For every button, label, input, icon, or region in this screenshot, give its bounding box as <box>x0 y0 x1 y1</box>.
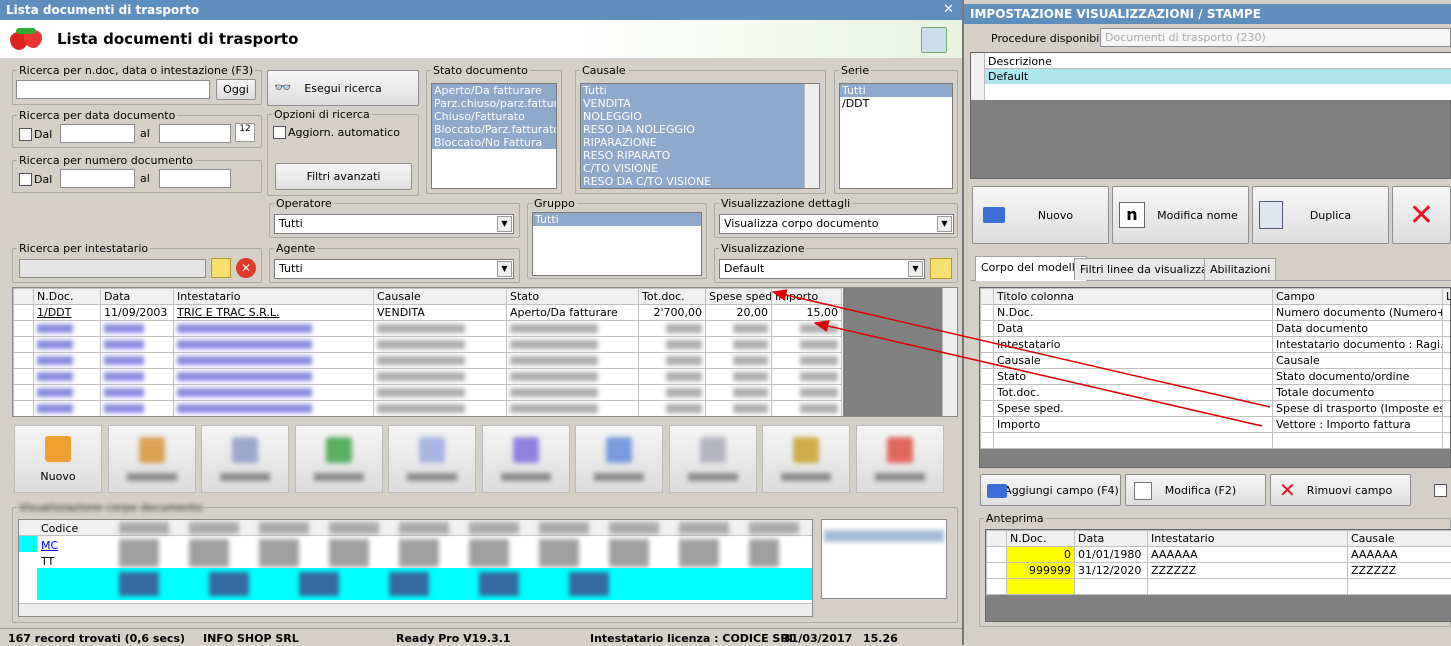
annotation-arrows <box>0 0 1451 645</box>
arrow-spese <box>773 292 1270 407</box>
arrow-importo <box>815 323 1262 426</box>
